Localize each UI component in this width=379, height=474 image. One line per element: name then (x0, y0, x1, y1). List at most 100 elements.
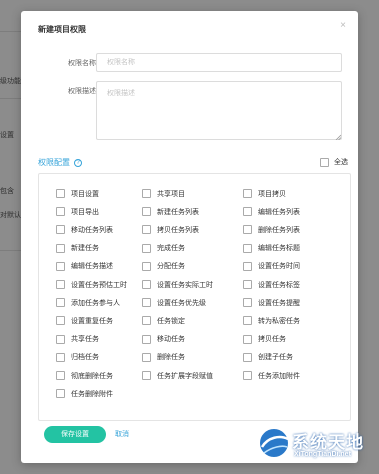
checkbox[interactable] (56, 225, 65, 235)
permission-label: 分配任务 (157, 263, 185, 271)
permission-checkbox-item[interactable]: 拷贝任务列表 (142, 224, 199, 235)
permission-label: 移动任务 (157, 336, 185, 344)
permission-checkbox-item[interactable]: 共享任务 (56, 334, 99, 345)
checkbox[interactable] (243, 243, 252, 253)
checkbox[interactable] (142, 280, 151, 289)
checkbox[interactable] (142, 243, 151, 253)
permission-checkbox-item[interactable]: 完成任务 (142, 243, 185, 254)
permission-checkbox-item[interactable]: 任务锁定 (142, 315, 185, 326)
permission-checkbox-item[interactable]: 添加任务参与人 (56, 297, 120, 308)
permission-checkbox-item[interactable]: 编辑任务列表 (243, 206, 300, 217)
permission-checkbox-item[interactable]: 删除任务列表 (243, 224, 300, 235)
permission-checkbox-item[interactable]: 设置任务时间 (243, 261, 300, 272)
checkbox[interactable] (56, 389, 65, 399)
dialog-title: 新建项目权限 (38, 25, 86, 34)
checkbox[interactable] (142, 261, 151, 271)
permission-list: 项目设置 共享项目 项目拷贝项目导出 新建任务列表 编辑任务列表移动任务列表 拷贝任务列表… (38, 173, 351, 421)
help-icon[interactable]: ? (74, 158, 82, 167)
globe-icon (258, 427, 290, 459)
permission-checkbox-item[interactable]: 删除任务 (142, 352, 185, 363)
permission-checkbox-item[interactable]: 项目设置 (56, 188, 99, 199)
checkbox[interactable] (243, 280, 252, 289)
checkbox[interactable] (243, 261, 252, 271)
checkbox[interactable] (243, 316, 252, 326)
checkbox[interactable] (56, 298, 65, 308)
permission-checkbox-item[interactable]: 编辑任务标题 (243, 243, 300, 254)
checkbox[interactable] (142, 225, 151, 235)
checkbox[interactable] (142, 334, 151, 344)
permission-label: 设置任务时间 (258, 263, 300, 271)
select-all-checkbox[interactable]: 全选 (320, 157, 348, 167)
permission-label: 完成任务 (157, 245, 185, 253)
checkbox[interactable] (56, 243, 65, 253)
permission-checkbox-item[interactable]: 设置任务实际工时 (142, 279, 213, 290)
checkbox[interactable] (56, 280, 65, 289)
permission-label: 编辑任务列表 (258, 208, 300, 216)
permission-label: 彻底删除任务 (71, 372, 113, 380)
checkbox[interactable] (243, 189, 252, 198)
checkbox[interactable] (142, 371, 151, 380)
permission-checkbox-item[interactable]: 设置任务标签 (243, 279, 300, 290)
permission-checkbox-item[interactable]: 设置任务优先级 (142, 297, 206, 308)
checkbox[interactable] (56, 371, 65, 380)
checkbox[interactable] (243, 371, 252, 380)
permission-checkbox-item[interactable]: 移动任务 (142, 334, 185, 345)
cancel-button[interactable]: 取消 (115, 429, 129, 439)
permission-checkbox-item[interactable]: 设置重复任务 (56, 315, 113, 326)
permission-checkbox-item[interactable]: 分配任务 (142, 261, 185, 272)
permission-label: 项目拷贝 (258, 190, 286, 198)
permission-checkbox-item[interactable]: 彻底删除任务 (56, 370, 113, 381)
permission-name-input[interactable] (96, 53, 342, 72)
permission-label: 设置任务预估工时 (71, 281, 127, 289)
checkbox[interactable] (243, 225, 252, 235)
watermark-title: 系统天地 (292, 433, 364, 453)
permission-label: 任务添加附件 (258, 372, 300, 380)
new-project-permission-dialog: 新建项目权限 × 权限名称 权限描述 权限配置 ? 全选 项目设置 共享项目 项目拷… (21, 11, 358, 463)
permission-checkbox-item[interactable]: 编辑任务描述 (56, 261, 113, 272)
checkbox[interactable] (243, 334, 252, 344)
permission-label: 项目设置 (71, 190, 99, 198)
save-button[interactable]: 保存设置 (44, 426, 106, 443)
permission-label: 创建子任务 (258, 354, 293, 362)
checkbox[interactable] (56, 261, 65, 271)
permission-desc-textarea[interactable] (96, 81, 342, 140)
checkbox[interactable] (320, 157, 329, 167)
checkbox[interactable] (142, 207, 151, 217)
permission-checkbox-item[interactable]: 转为私密任务 (243, 315, 300, 326)
checkbox[interactable] (56, 352, 65, 362)
permission-checkbox-item[interactable]: 新建任务 (56, 243, 99, 254)
checkbox[interactable] (142, 352, 151, 362)
permission-checkbox-item[interactable]: 项目导出 (56, 206, 99, 217)
checkbox[interactable] (142, 316, 151, 326)
permission-checkbox-item[interactable]: 设置任务预估工时 (56, 279, 127, 290)
checkbox[interactable] (56, 316, 65, 326)
checkbox[interactable] (56, 207, 65, 217)
watermark-logo: 系统天地 XiTongTianDi.net (258, 423, 378, 473)
permission-checkbox-item[interactable]: 拷贝任务 (243, 334, 286, 345)
checkbox[interactable] (243, 207, 252, 217)
permission-checkbox-item[interactable]: 项目拷贝 (243, 188, 286, 199)
checkbox[interactable] (243, 352, 252, 362)
permission-checkbox-item[interactable]: 设置任务提醒 (243, 297, 300, 308)
checkbox[interactable] (56, 334, 65, 344)
permission-label: 删除任务列表 (258, 226, 300, 234)
permission-checkbox-item[interactable]: 移动任务列表 (56, 224, 113, 235)
close-icon[interactable]: × (338, 21, 348, 31)
permission-label: 转为私密任务 (258, 317, 300, 325)
permission-checkbox-item[interactable]: 任务扩展字段赋值 (142, 370, 213, 381)
permission-checkbox-item[interactable]: 共享项目 (142, 188, 185, 199)
resize-handle-icon[interactable] (335, 134, 341, 140)
checkbox[interactable] (243, 298, 252, 308)
permission-label: 设置任务标签 (258, 281, 300, 289)
permission-checkbox-item[interactable]: 创建子任务 (243, 352, 293, 363)
permission-checkbox-item[interactable]: 新建任务列表 (142, 206, 199, 217)
checkbox[interactable] (56, 189, 65, 198)
checkbox[interactable] (142, 298, 151, 308)
permission-checkbox-item[interactable]: 任务删除附件 (56, 388, 113, 399)
permission-label: 编辑任务标题 (258, 245, 300, 253)
checkbox[interactable] (142, 189, 151, 198)
permission-checkbox-item[interactable]: 归档任务 (56, 352, 99, 363)
permission-label: 添加任务参与人 (71, 299, 120, 307)
permission-checkbox-item[interactable]: 任务添加附件 (243, 370, 300, 381)
permission-label: 设置任务实际工时 (157, 281, 213, 289)
